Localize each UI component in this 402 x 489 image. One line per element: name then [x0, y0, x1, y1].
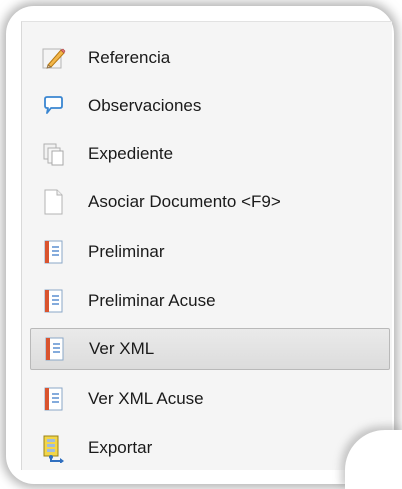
- menu-item-expediente[interactable]: Expediente: [32, 133, 388, 175]
- menu-item-observaciones[interactable]: Observaciones: [32, 85, 388, 127]
- menu-item-referencia[interactable]: Referencia: [32, 37, 388, 79]
- menu-item-label: Expediente: [88, 144, 174, 163]
- menu-item-exportar[interactable]: Exportar: [32, 427, 388, 469]
- blank-document-icon: [38, 187, 68, 217]
- menu-item-label: Preliminar: [88, 242, 165, 261]
- screenshot-stage: Referencia Observaciones Expediente Asoc…: [0, 0, 402, 489]
- menu-item-label: Referencia: [88, 48, 171, 67]
- comment-icon: [38, 91, 68, 121]
- menu-item-label: Ver XML: [89, 339, 155, 358]
- menu-item-label: Ver XML Acuse: [88, 389, 204, 408]
- notebook-icon: [38, 384, 68, 414]
- menu-item-ver-xml[interactable]: Ver XML: [30, 328, 390, 370]
- menu-item-label: Observaciones: [88, 96, 202, 115]
- menu-item-label: Asociar Documento <F9>: [88, 192, 281, 211]
- menu-item-ver-xml-acuse[interactable]: Ver XML Acuse: [32, 378, 388, 420]
- notebook-icon: [39, 334, 69, 364]
- menu-item-preliminar-acuse[interactable]: Preliminar Acuse: [32, 280, 388, 322]
- pencil-icon: [38, 43, 68, 73]
- notebook-icon: [38, 237, 68, 267]
- menu-item-label: Preliminar Acuse: [88, 291, 216, 310]
- context-menu: Referencia Observaciones Expediente Asoc…: [21, 21, 392, 470]
- export-icon: [38, 433, 68, 463]
- copy-pages-icon: [38, 139, 68, 169]
- notebook-icon: [38, 286, 68, 316]
- menu-item-preliminar[interactable]: Preliminar: [32, 231, 388, 273]
- menu-item-label: Exportar: [88, 438, 153, 457]
- menu-item-asociar-documento[interactable]: Asociar Documento <F9>: [32, 181, 388, 223]
